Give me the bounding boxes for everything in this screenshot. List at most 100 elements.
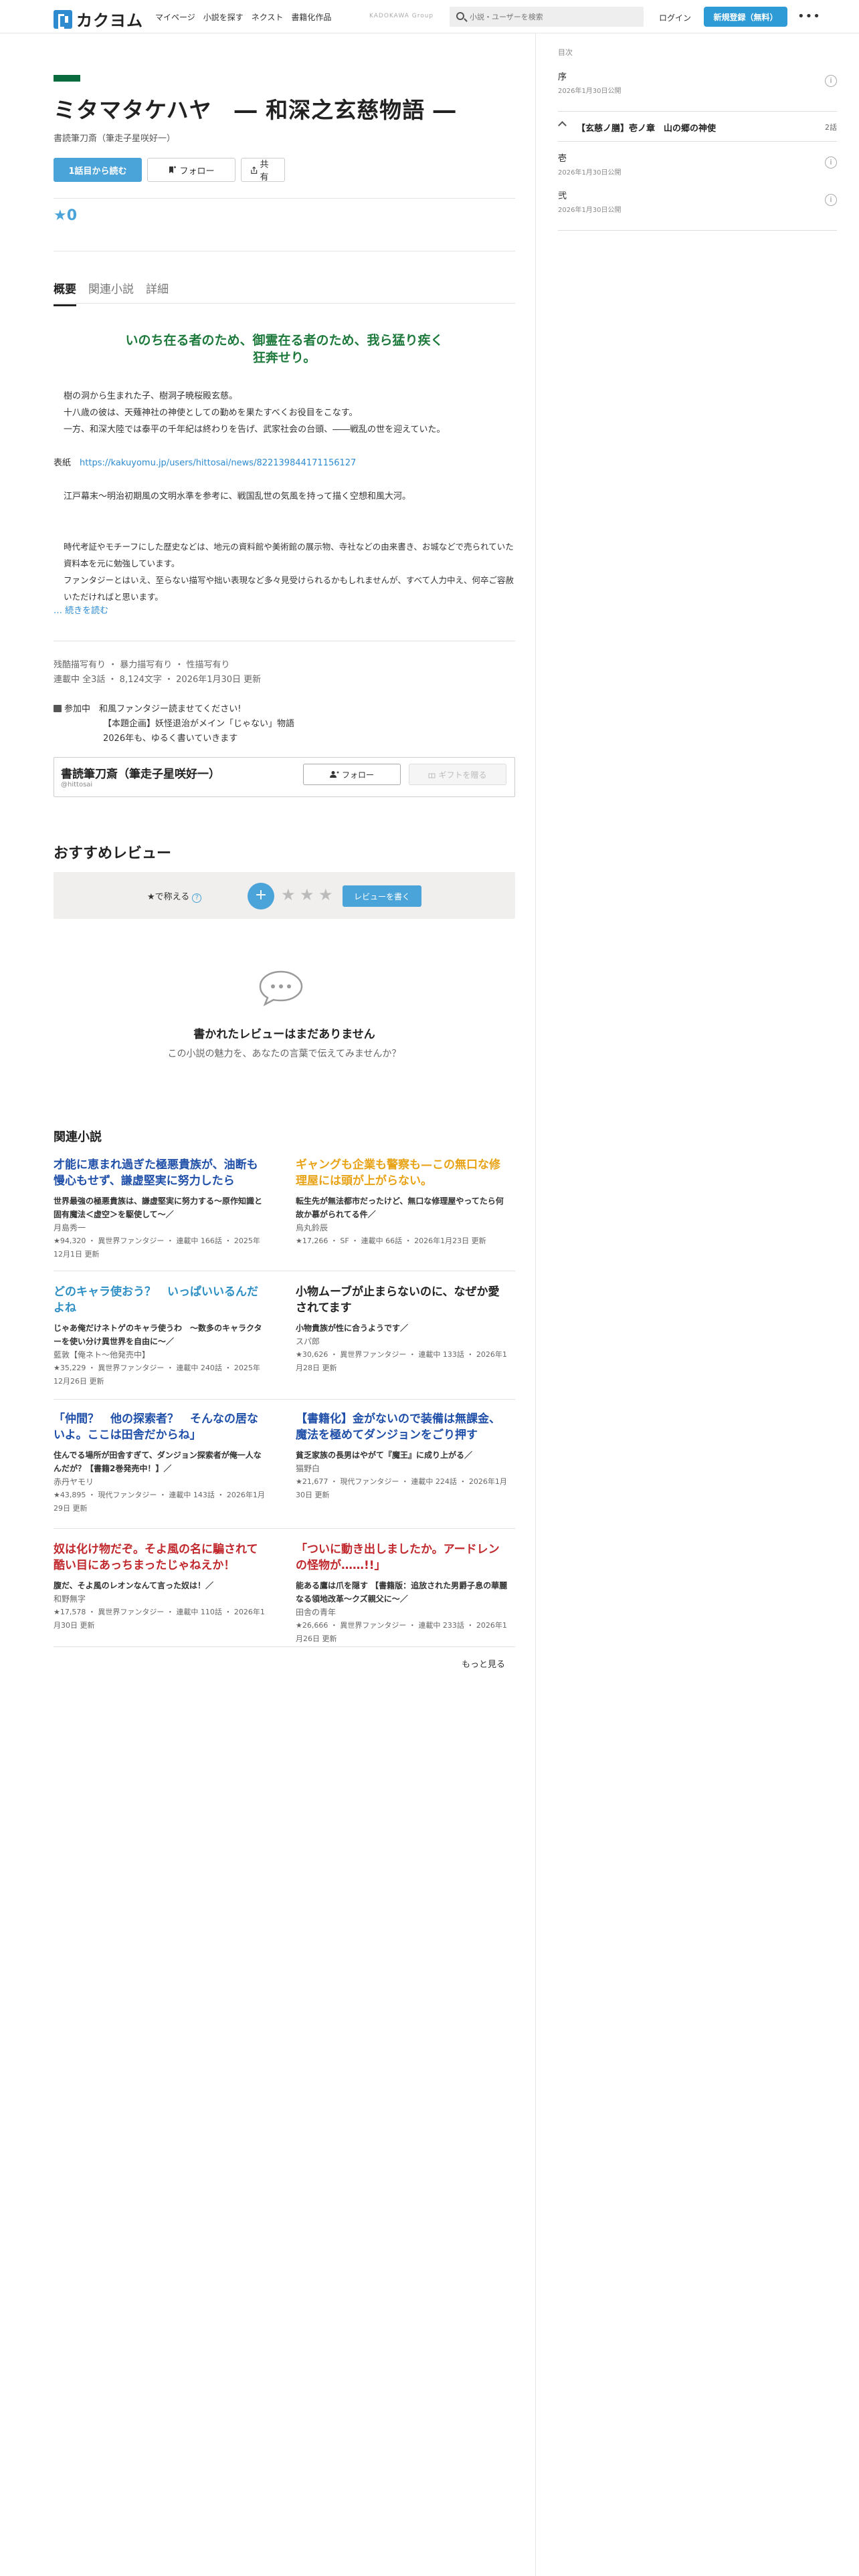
related-novel-card[interactable]: 「ついに動き出しましたか。アードレンの怪物が……!!」能ある鷹は爪を隠す 【書籍… <box>296 1541 510 1646</box>
related-novel-card[interactable]: 才能に恵まれ過ぎた極悪貴族が、油断も慢心もせず、謙虚堅実に努力したら 世界最強の極… <box>54 1157 268 1261</box>
tab-related[interactable]: 関連小説 <box>88 280 134 306</box>
related-novel-card[interactable]: 「仲間？ 他の探索者？ そんなの居ないよ。ここは田舎だからね」 住んでる場所が田舎… <box>54 1411 268 1515</box>
episode-item[interactable]: 弐 2026年1月30日公開 i <box>558 189 837 226</box>
contest-link[interactable]: 和風ファンタジー読ませてください! <box>99 704 241 714</box>
global-nav: マイページ 小説を探す ネクスト 書籍化作品 <box>155 11 331 23</box>
share-button[interactable]: 共有 <box>241 158 285 183</box>
related-novel-subtitle: 貧乏家族の長男はやがて『魔王』に成り上がる／ <box>296 1451 473 1460</box>
review-rating-box: ★で称える? + ★ ★ ★ レビューを書く <box>54 872 515 919</box>
related-novel-author[interactable]: 和野無字 <box>54 1592 268 1606</box>
send-gift-button[interactable]: ギフトを贈る <box>409 764 506 785</box>
kakuyomu-logo[interactable]: カクヨム <box>54 7 143 31</box>
star-icon[interactable]: ★ <box>281 885 296 904</box>
related-novel-author[interactable]: スパ郎 <box>296 1335 510 1348</box>
work-author-link[interactable]: 書読筆刀斎（筆走子星咲好一） <box>54 131 175 144</box>
episode-item[interactable]: 序 2026年1月30日公開 i <box>558 70 837 107</box>
intro-line: 十八歳の彼は、天薙神社の神使としての勤めを果たすべくお役目をこなす。 <box>64 408 358 418</box>
related-novel-meta: ★26,666 ・ 異世界ファンタジー ・ 連載中 233話 ・ 2026年1月… <box>296 1621 507 1643</box>
help-icon[interactable]: ? <box>192 893 202 903</box>
intro-spacer <box>54 438 515 455</box>
tab-overview[interactable]: 概要 <box>54 280 76 306</box>
more-related-link[interactable]: もっと見る <box>462 1657 505 1670</box>
rate-label: ★で称える <box>147 892 190 902</box>
related-novel-title[interactable]: 奴は化け物だぞ。そよ風の名に騙されて酷い目にあっちまったじゃねえか！ <box>54 1541 268 1574</box>
contest-link[interactable]: 【本題企画】妖怪退治がメイン「じゃない」物語 <box>103 719 294 729</box>
rate-label-wrap: ★で称える? <box>147 889 202 903</box>
site-header: カクヨム マイページ 小説を探す ネクスト 書籍化作品 KADOKAWA Gro… <box>0 0 859 33</box>
related-novel-title[interactable]: 才能に恵まれ過ぎた極悪貴族が、油断も慢心もせず、謙虚堅実に努力したら <box>54 1157 268 1189</box>
follow-work-button[interactable]: フォロー <box>147 158 235 182</box>
contest-label: 参加中 <box>64 704 91 714</box>
related-novel-author[interactable]: 赤丹ヤモリ <box>54 1475 268 1489</box>
related-novel-title[interactable]: どのキャラ使おう？ いっぱいいるんだよね <box>54 1284 268 1316</box>
related-novel-author[interactable]: 猫野白 <box>296 1462 510 1475</box>
related-novel-author[interactable]: 田舎の青年 <box>296 1606 510 1619</box>
related-novel-author[interactable]: 烏丸鈴辰 <box>296 1221 510 1235</box>
read-more-link[interactable]: … 続きを読む <box>54 603 108 616</box>
related-novel-author[interactable]: 月島秀一 <box>54 1221 268 1235</box>
nav-next[interactable]: ネクスト <box>252 11 284 23</box>
cover-label: 表紙 <box>54 458 72 468</box>
nav-mypage[interactable]: マイページ <box>155 11 195 23</box>
read-from-first-button[interactable]: 1話目から読む <box>54 158 142 182</box>
introduction: 樹の洞から生まれた子、樹洞子暁桜殿玄慈。 十八歳の彼は、天薙神社の神使としての勤… <box>54 388 515 605</box>
related-novel-card[interactable]: ギャングも企業も警察も—この無口な修理屋には頭が上がらない。転生先が無法都市だっ… <box>296 1157 510 1248</box>
author-name[interactable]: 書読筆刀斎（筆走子星咲好一） <box>61 764 220 781</box>
contest-info: 参加中 和風ファンタジー読ませてください! 【本題企画】妖怪退治がメイン「じゃな… <box>54 702 294 746</box>
login-link[interactable]: ログイン <box>659 12 691 23</box>
divider <box>54 1646 515 1647</box>
follow-author-button[interactable]: フォロー <box>303 764 401 785</box>
related-novel-author[interactable]: 藍敦【俺ネト〜他発売中】 <box>54 1348 268 1362</box>
related-novel-meta: ★43,895 ・ 現代ファンタジー ・ 連載中 143話 ・ 2026年1月2… <box>54 1491 265 1513</box>
reviews-heading: おすすめレビュー <box>54 845 172 862</box>
info-icon[interactable]: i <box>825 156 837 169</box>
info-icon[interactable]: i <box>825 194 837 206</box>
search-icon[interactable] <box>456 12 464 20</box>
episode-item[interactable]: 壱 2026年1月30日公開 i <box>558 151 837 189</box>
intro-cover-line: 表紙 https://kakuyomu.jp/users/hittosai/ne… <box>54 455 515 471</box>
related-novel-card[interactable]: 奴は化け物だぞ。そよ風の名に騙されて酷い目にあっちまったじゃねえか！ 腹だ、そよ風… <box>54 1541 268 1632</box>
tabs-underline <box>54 303 515 304</box>
info-icon[interactable]: i <box>825 75 837 87</box>
related-novel-title[interactable]: 「仲間？ 他の探索者？ そんなの居ないよ。ここは田舎だからね」 <box>54 1411 268 1443</box>
send-gift-label: ギフトを贈る <box>438 770 487 780</box>
cover-link[interactable]: https://kakuyomu.jp/users/hittosai/news/… <box>80 458 356 468</box>
write-review-button[interactable]: レビューを書く <box>343 885 421 907</box>
nav-find-novels[interactable]: 小説を探す <box>203 11 244 23</box>
related-novel-title[interactable]: ギャングも企業も警察も—この無口な修理屋には頭が上がらない。 <box>296 1157 510 1189</box>
related-novel-title[interactable]: 【書籍化】金がないので装備は無課金、魔法を極めてダンジョンをごり押す <box>296 1411 510 1443</box>
chapter-header[interactable]: 【玄慈ノ膳】壱ノ章 山の郷の神使 2話 <box>558 111 837 142</box>
related-novel-title[interactable]: 小物ムーブが止まらないのに、なぜか愛されてます <box>296 1284 510 1316</box>
nav-published-works[interactable]: 書籍化作品 <box>291 11 331 23</box>
search-box <box>450 7 644 27</box>
star-icon[interactable]: ★ <box>300 885 314 904</box>
contest-link[interactable]: 2026年も、ゆるく書いていきます <box>103 734 237 744</box>
more-menu-icon[interactable]: ••• <box>797 9 821 23</box>
star-icon[interactable]: ★ <box>318 885 333 904</box>
episode-date: 2026年1月30日公開 <box>558 169 622 177</box>
episode-title: 壱 <box>558 154 567 164</box>
no-reviews-title: 書かれたレビューはまだありません <box>193 1028 375 1041</box>
logo-mark-icon <box>54 9 72 29</box>
related-novel-card[interactable]: 小物ムーブが止まらないのに、なぜか愛されてます 小物貴族が性に合うようです／ スパ郎… <box>296 1284 510 1375</box>
signup-button[interactable]: 新規登録（無料） <box>704 7 787 27</box>
related-novel-card[interactable]: どのキャラ使おう？ いっぱいいるんだよね じゃあ俺だけネトゲのキャラ使うわ 〜数多… <box>54 1284 268 1388</box>
work-tabs: 概要 関連小説 詳細 <box>54 280 169 306</box>
related-novel-meta: ★17,578 ・ 異世界ファンタジー ・ 連載中 110話 ・ 2026年1月… <box>54 1608 265 1630</box>
episode-title: 弐 <box>558 191 567 201</box>
work-action-buttons: 1話目から読む フォロー 共有 <box>54 158 285 183</box>
author-box: 書読筆刀斎（筆走子星咲好一） @hittosai フォロー ギフトを贈る <box>54 757 515 797</box>
toc-bottom-divider <box>558 230 837 231</box>
add-star-button[interactable]: + <box>248 883 274 909</box>
related-novel-subtitle: 能ある鷹は爪を隠す 【書籍版：追放された男爵子息の華麗なる領地改革〜クズ親父に〜… <box>296 1581 508 1604</box>
tab-details[interactable]: 詳細 <box>146 280 169 306</box>
toc-label: 目次 <box>558 48 573 57</box>
related-novel-card[interactable]: 【書籍化】金がないので装備は無課金、魔法を極めてダンジョンをごり押す貧乏家族の長… <box>296 1411 510 1502</box>
follow-author-label: フォロー <box>341 770 374 780</box>
search-input[interactable] <box>470 7 637 27</box>
divider <box>54 1528 515 1529</box>
related-novel-title[interactable]: 「ついに動き出しましたか。アードレンの怪物が……!!」 <box>296 1541 510 1574</box>
content-warnings: 残酷描写有り ・ 暴力描写有り ・ 性描写有り <box>54 660 230 670</box>
work-tags: 残酷描写有り ・ 暴力描写有り ・ 性描写有り 連載中 全3話 ・ 8,124文… <box>54 658 261 687</box>
related-novel-subtitle: 転生先が無法都市だったけど、無口な修理屋やってたら何故か慕がられてる件／ <box>296 1196 504 1219</box>
